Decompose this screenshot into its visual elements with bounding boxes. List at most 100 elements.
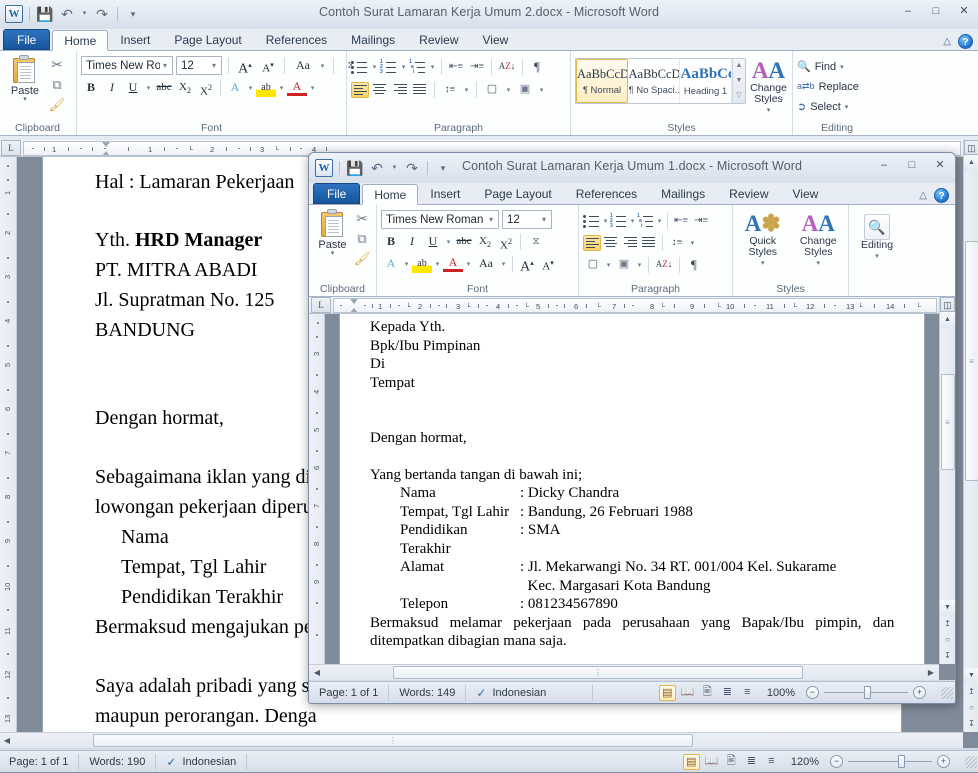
format-painter-icon[interactable]: 🖌 [47, 96, 67, 114]
zoom-level-back[interactable]: 120% [783, 756, 827, 768]
zoom-track-back[interactable] [848, 761, 932, 762]
underline-icon[interactable]: U [123, 78, 143, 97]
bullets-icon[interactable] [351, 59, 369, 75]
language-indicator-front[interactable]: ✓ Indonesian [466, 685, 593, 701]
font-color-icon[interactable]: A [443, 256, 463, 272]
undo-dropdown-icon[interactable]: ▾ [390, 159, 399, 177]
tab-page-layout[interactable]: Page Layout [472, 183, 563, 204]
quick-styles-button[interactable]: A✽ Quick Styles ▾ [737, 211, 789, 269]
cut-icon[interactable]: ✂ [47, 56, 67, 74]
tab-page-layout[interactable]: Page Layout [162, 29, 253, 50]
italic-icon[interactable]: I [402, 232, 422, 251]
font-name-chevron-down-icon[interactable]: ▾ [486, 215, 496, 224]
shading-chevron-down-icon[interactable]: ▾ [604, 261, 613, 269]
bold-icon[interactable]: B [81, 78, 101, 97]
zoom-in-button-front[interactable]: + [913, 686, 926, 699]
zoom-out-button-front[interactable]: − [806, 686, 819, 699]
styles-gallery-scrollbar[interactable]: ▲ ▼ ▽ [732, 59, 745, 103]
scroll-right-arrow-front[interactable]: ▶ [923, 665, 939, 680]
copy-icon[interactable]: ⧉ [47, 76, 67, 94]
shading-icon[interactable]: ▢ [482, 80, 502, 99]
font-size-combo[interactable]: 12 ▾ [176, 56, 222, 75]
tab-references[interactable]: References [564, 183, 649, 204]
highlight-icon[interactable]: ab [412, 254, 432, 273]
split-view-button-back[interactable]: ◫ [964, 140, 978, 155]
scroll-down-arrow-back[interactable]: ▼ [964, 668, 978, 684]
select-button[interactable]: ➲ Select ▾ [797, 98, 848, 115]
superscript-icon[interactable]: X2 [496, 232, 516, 251]
split-view-button-front[interactable]: ◫ [940, 297, 955, 312]
horizontal-scrollbar-front[interactable]: ◀ ⋮ ▶ [309, 664, 939, 680]
decrease-indent-icon[interactable]: ⇤≡ [446, 57, 466, 76]
word-count-front[interactable]: Words: 149 [389, 685, 466, 701]
find-chevron-down-icon[interactable]: ▾ [840, 63, 844, 71]
borders-icon[interactable]: ▣ [614, 255, 634, 274]
clear-formatting-icon[interactable]: ⧖ [525, 232, 547, 251]
find-button[interactable]: 🔍 Find ▾ [797, 58, 844, 75]
outline-view-front[interactable]: ≣ [719, 685, 736, 701]
vertical-scrollbar-front[interactable]: ◫ ▲ ≡ ▼ ↥ ○ ↧ [939, 297, 955, 664]
font-name-chevron-down-icon[interactable]: ▾ [160, 61, 170, 70]
scroll-left-arrow-front[interactable]: ◀ [309, 665, 325, 680]
borders-icon[interactable]: ▣ [515, 80, 535, 99]
save-icon[interactable]: 💾 [36, 5, 54, 23]
tab-view[interactable]: View [471, 29, 521, 50]
line-spacing-icon[interactable]: ↕≡ [440, 80, 460, 99]
tab-view[interactable]: View [781, 183, 831, 204]
grow-font-icon[interactable]: A▴ [235, 56, 255, 75]
zoom-out-button-back[interactable]: − [830, 755, 843, 768]
bullets-chevron-down-icon[interactable]: ▾ [601, 217, 610, 225]
font-size-chevron-down-icon[interactable]: ▾ [209, 61, 219, 70]
styles-scroll-up-icon[interactable]: ▲ [733, 59, 745, 73]
next-page-button-back[interactable]: ↧ [964, 716, 978, 732]
previous-page-button-back[interactable]: ↥ [964, 684, 978, 700]
web-layout-view-back[interactable]: 🖹 [723, 754, 740, 770]
bullets-chevron-down-icon[interactable]: ▾ [370, 63, 379, 71]
underline-icon[interactable]: U [423, 232, 443, 251]
undo-icon[interactable]: ↶ [368, 159, 386, 177]
next-page-button-front[interactable]: ↧ [940, 648, 955, 664]
zoom-track-front[interactable] [824, 692, 908, 693]
decrease-indent-icon[interactable]: ⇤≡ [671, 211, 691, 230]
help-icon[interactable]: ? [958, 34, 973, 49]
font-color-chevron-down-icon[interactable]: ▾ [464, 260, 473, 268]
spell-check-icon[interactable]: ✓ [476, 685, 486, 701]
page-indicator-front[interactable]: Page: 1 of 1 [309, 685, 389, 701]
justify-icon[interactable] [640, 235, 658, 251]
resize-grip-back[interactable] [965, 756, 977, 768]
tab-references[interactable]: References [254, 29, 339, 50]
show-formatting-marks-icon[interactable]: ¶ [527, 57, 547, 76]
italic-icon[interactable]: I [102, 78, 122, 97]
vertical-ruler-back[interactable]: 1 2 3 4 5 6 7 8 9 10 11 12 13 [0, 157, 17, 732]
undo-dropdown-icon[interactable]: ▾ [80, 5, 89, 23]
minimize-button[interactable]: – [899, 5, 917, 17]
status-bar-back[interactable]: Page: 1 of 1 Words: 190 ✓ Indonesian ▤ 📖… [0, 750, 978, 772]
tab-stop-c[interactable]: └ [524, 304, 529, 311]
full-screen-reading-view-back[interactable]: 📖 [703, 754, 720, 770]
text-effects-icon[interactable]: A [225, 78, 245, 97]
scroll-down-arrow-front[interactable]: ▼ [940, 600, 955, 616]
tab-insert[interactable]: Insert [418, 183, 472, 204]
zoom-level-front[interactable]: 100% [759, 687, 803, 699]
tab-file[interactable]: File [313, 183, 360, 204]
select-browse-object-front[interactable]: ○ [940, 632, 955, 648]
numbering-icon[interactable]: 1 2 3 [380, 59, 398, 75]
titlebar-back[interactable]: W 💾 ↶ ▾ ↷ ▾ Contoh Surat Lamaran Kerja U… [0, 0, 978, 29]
titlebar-front[interactable]: W 💾 ↶ ▾ ↷ ▾ Contoh Surat Lamaran Kerja U… [309, 153, 955, 183]
paste-button[interactable]: Paste ▾ [3, 54, 47, 103]
tab-review[interactable]: Review [717, 183, 780, 204]
format-painter-icon[interactable]: 🖌 [352, 250, 372, 268]
word-count-back[interactable]: Words: 190 [79, 754, 156, 770]
scroll-left-arrow-back[interactable]: ◀ [0, 733, 15, 748]
tab-stop-e[interactable]: └ [660, 304, 665, 311]
tab-mailings[interactable]: Mailings [649, 183, 717, 204]
window-controls-back[interactable]: – □ ✕ [899, 4, 973, 17]
shrink-font-icon[interactable]: A▾ [258, 56, 278, 75]
horizontal-scroll-thumb-back[interactable]: ⋮ [93, 734, 693, 747]
minimize-button[interactable]: – [875, 159, 893, 171]
vertical-scrollbar-back[interactable]: ◫ ▲ ≡ ▼ ↥ ○ ↧ [963, 140, 978, 732]
tab-stop-2[interactable]: └ [274, 147, 279, 154]
change-case-chevron-down-icon[interactable]: ▾ [499, 260, 508, 268]
increase-indent-icon[interactable]: ⇥≡ [691, 211, 711, 230]
print-layout-view-back[interactable]: ▤ [683, 754, 700, 770]
